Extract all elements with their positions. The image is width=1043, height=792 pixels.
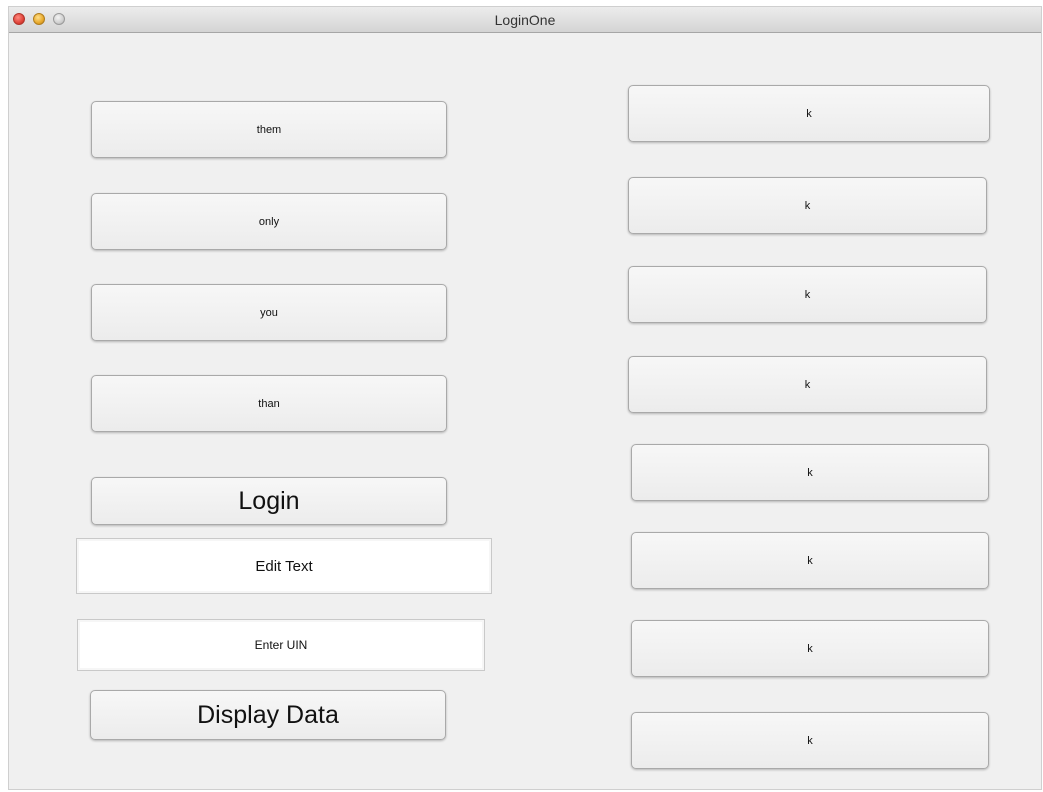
uin-input[interactable]: Enter UIN: [77, 619, 485, 671]
left-button-1[interactable]: them: [91, 101, 447, 158]
left-button-3[interactable]: you: [91, 284, 447, 341]
edit-text-field[interactable]: Edit Text: [76, 538, 492, 594]
right-button-4[interactable]: k: [628, 356, 987, 413]
login-button[interactable]: Login: [91, 477, 447, 525]
right-button-5[interactable]: k: [631, 444, 989, 501]
title-bar[interactable]: LoginOne: [9, 7, 1041, 33]
right-button-2[interactable]: k: [628, 177, 987, 234]
right-button-7[interactable]: k: [631, 620, 989, 677]
left-button-2[interactable]: only: [91, 193, 447, 250]
app-window: LoginOne them only you than Login Edit T…: [8, 6, 1042, 790]
right-button-1[interactable]: k: [628, 85, 990, 142]
right-button-6[interactable]: k: [631, 532, 989, 589]
right-button-8[interactable]: k: [631, 712, 989, 769]
right-button-3[interactable]: k: [628, 266, 987, 323]
left-button-4[interactable]: than: [91, 375, 447, 432]
display-data-button[interactable]: Display Data: [90, 690, 446, 740]
window-title: LoginOne: [494, 12, 556, 28]
